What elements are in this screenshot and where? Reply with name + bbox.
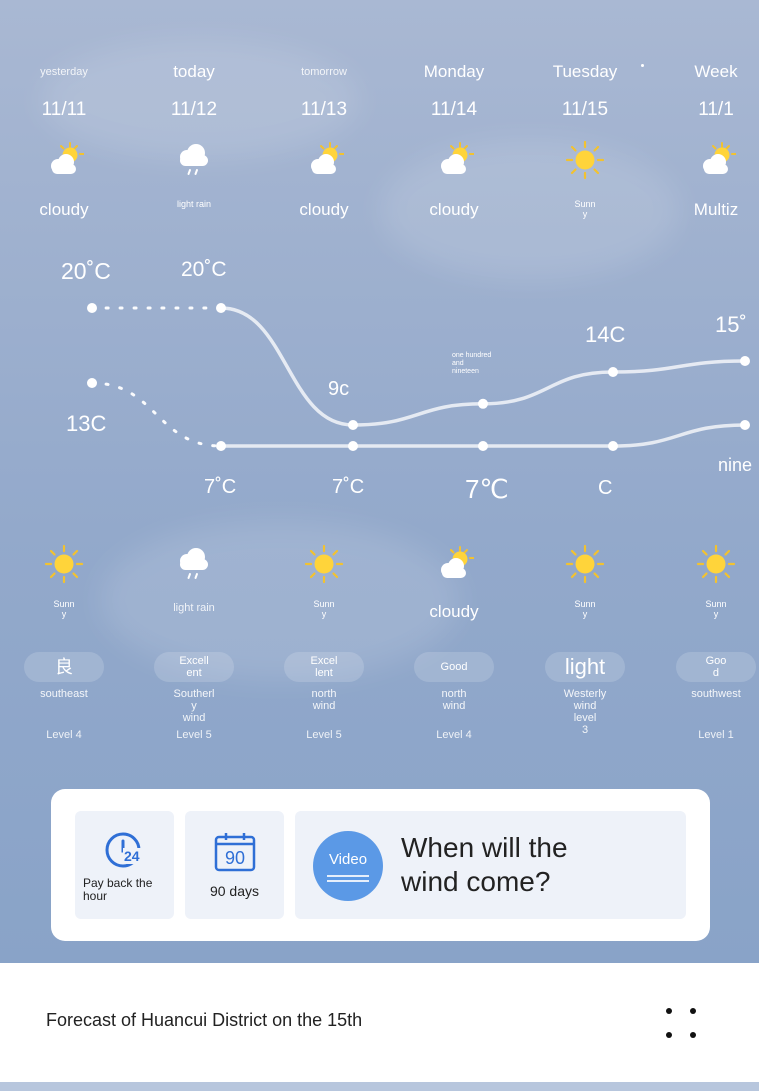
high-temp-label: one hundred and nineteen xyxy=(452,352,492,375)
low-temp-point xyxy=(478,441,488,451)
video-banner[interactable]: Video When will the wind come? xyxy=(295,811,686,919)
high-temp-point xyxy=(608,367,618,377)
low-temp-label: nine xyxy=(718,455,753,475)
high-temp-point xyxy=(348,420,358,430)
hourly-label: Pay back the hour xyxy=(83,876,153,903)
high-temp-label: 20˚C xyxy=(181,258,227,281)
low-temp-point xyxy=(608,441,618,451)
low-temp-label: 13C xyxy=(66,411,107,436)
high-temp-label: 14C xyxy=(585,322,626,347)
low-temp-line-past xyxy=(90,381,223,448)
low-temp-label: 7˚C xyxy=(204,476,237,498)
low-temp-point xyxy=(740,420,750,430)
low-temp-label: C xyxy=(598,477,613,499)
video-badge: Video xyxy=(313,831,383,901)
feature-card: 24 Pay back the hour 90 90 days Video Wh… xyxy=(51,789,710,941)
high-temp-label: 15˚ xyxy=(715,312,747,337)
hourly-forecast-button[interactable]: 24 Pay back the hour xyxy=(75,811,174,919)
high-temp-point xyxy=(216,303,226,313)
high-temp-point xyxy=(740,356,750,366)
low-temp-point xyxy=(216,441,226,451)
video-label: Video xyxy=(328,851,368,868)
low-temp-label: 7℃ xyxy=(465,474,509,504)
90-days-label: 90 days xyxy=(209,883,260,899)
90-day-forecast-button[interactable]: 90 90 days xyxy=(185,811,284,919)
high-temp-point xyxy=(87,303,97,313)
high-temp-point xyxy=(478,398,488,409)
more-options-icon[interactable] xyxy=(664,1006,700,1042)
low-temp-point xyxy=(87,378,97,388)
video-title: When will the wind come? xyxy=(401,832,568,897)
forecast-section-title: Forecast of Huancui District on the 15th xyxy=(46,1010,363,1030)
clock-24-number: 24 xyxy=(123,848,141,864)
high-temp-label: 9c xyxy=(328,378,350,400)
low-temp-label: 7˚C xyxy=(332,476,365,498)
calendar-number: 90 xyxy=(224,848,246,868)
wind-lines-icon xyxy=(327,875,369,877)
low-temp-point xyxy=(348,441,358,451)
next-section-edge xyxy=(0,1082,759,1091)
high-temp-label: 20˚C xyxy=(61,258,111,284)
